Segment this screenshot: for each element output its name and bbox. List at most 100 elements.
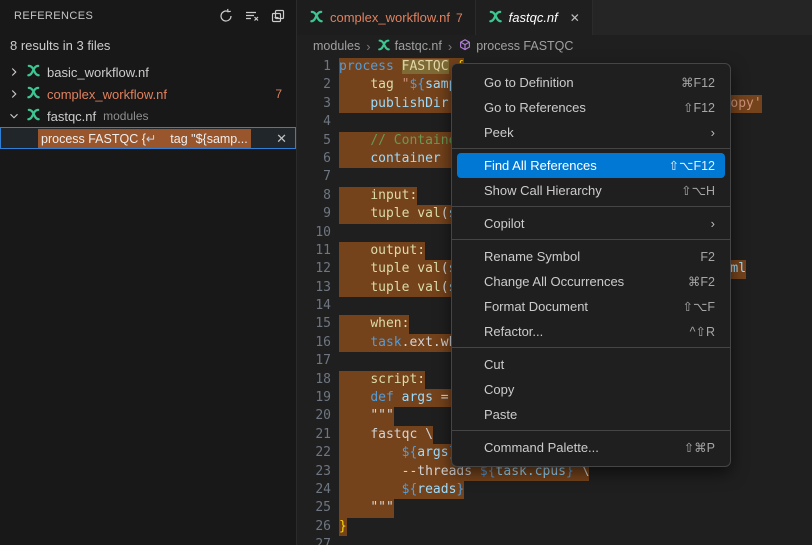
line-number: 6 — [297, 150, 331, 168]
code-line-27[interactable]: 27 — [297, 536, 812, 545]
menu-item-shortcut: ⇧⌥H — [681, 183, 715, 198]
menu-item-command-palette[interactable]: Command Palette...⇧⌘P — [457, 435, 725, 460]
breadcrumb-item-file[interactable]: fastqc.nf — [377, 38, 442, 55]
code-text-match-highlight: """ — [339, 499, 394, 517]
menu-item-go-to-references[interactable]: Go to References⇧F12 — [457, 95, 725, 120]
menu-item-rename-symbol[interactable]: Rename SymbolF2 — [457, 244, 725, 269]
code-text-match-highlight: """ — [339, 407, 394, 425]
references-sidebar: REFERENCES 8 resul — [0, 0, 297, 545]
menu-item-refactor[interactable]: Refactor... ^⇧R — [457, 319, 725, 344]
menu-item-copy[interactable]: Copy — [457, 377, 725, 402]
menu-item-format-document[interactable]: Format Document ⇧⌥F — [457, 294, 725, 319]
menu-item-label: Copy — [484, 382, 715, 397]
menu-separator — [452, 148, 730, 149]
line-number: 1 — [297, 58, 331, 76]
file-result-fastqc-nf[interactable]: fastqc.nfmodules — [0, 105, 296, 127]
reference-result-item[interactable]: process FASTQC {↵ tag "${samp... ✕ — [0, 127, 296, 149]
menu-item-shortcut: F2 — [700, 250, 715, 264]
line-number: 2 — [297, 76, 331, 94]
references-tree: basic_workflow.nfcomplex_workflow.nf7fas… — [0, 61, 296, 127]
tab-label: fastqc.nf — [509, 10, 558, 25]
menu-separator — [452, 239, 730, 240]
chevron-right-icon[interactable] — [6, 65, 22, 79]
line-number: 20 — [297, 407, 331, 425]
nextflow-file-icon — [309, 9, 324, 27]
menu-separator — [452, 347, 730, 348]
line-number: 14 — [297, 297, 331, 315]
results-summary: 8 results in 3 files — [0, 32, 296, 61]
file-result-complex_workflow-nf[interactable]: complex_workflow.nf7 — [0, 83, 296, 105]
menu-item-shortcut: ⌘F12 — [681, 75, 715, 90]
file-name: fastqc.nf — [47, 109, 96, 124]
line-number: 27 — [297, 536, 331, 545]
line-number: 4 — [297, 113, 331, 131]
menu-item-label: Refactor... — [484, 324, 672, 339]
tab-problem-count: 7 — [456, 11, 463, 25]
submenu-arrow-icon: › — [711, 216, 715, 231]
menu-item-label: Find All References — [484, 158, 651, 173]
tab-close-icon[interactable]: ✕ — [570, 11, 580, 25]
line-number: 13 — [297, 279, 331, 297]
menu-item-find-all-references[interactable]: Find All References⇧⌥F12 — [457, 153, 725, 178]
menu-item-show-call-hierarchy[interactable]: Show Call Hierarchy⇧⌥H — [457, 178, 725, 203]
breadcrumb-item-symbol[interactable]: process FASTQC — [458, 38, 573, 55]
menu-item-copilot[interactable]: Copilot › — [457, 211, 725, 236]
line-number: 16 — [297, 334, 331, 352]
menu-item-shortcut: ⇧⌥F — [682, 299, 715, 314]
submenu-arrow-icon: › — [711, 125, 715, 140]
collapse-all-icon[interactable] — [270, 8, 286, 24]
clear-results-icon[interactable] — [244, 8, 260, 24]
tab-complex-workflow[interactable]: complex_workflow.nf 7 — [297, 0, 476, 35]
line-number: 24 — [297, 481, 331, 499]
find-match-word: FASTQC — [402, 59, 449, 74]
menu-item-cut[interactable]: Cut — [457, 352, 725, 377]
line-number: 17 — [297, 352, 331, 370]
line-number: 19 — [297, 389, 331, 407]
menu-item-peek[interactable]: Peek› — [457, 120, 725, 145]
menu-item-shortcut: ⌘F2 — [688, 274, 715, 289]
refresh-icon[interactable] — [218, 8, 234, 24]
line-number: 3 — [297, 95, 331, 113]
breadcrumb-separator: › — [366, 39, 370, 54]
file-result-basic_workflow-nf[interactable]: basic_workflow.nf — [0, 61, 296, 83]
line-number: 8 — [297, 187, 331, 205]
menu-item-paste[interactable]: Paste — [457, 402, 725, 427]
references-header: REFERENCES — [0, 0, 296, 32]
code-line-24[interactable]: 24 ${reads} — [297, 481, 812, 499]
breadcrumb-item-modules[interactable]: modules — [313, 39, 360, 53]
menu-item-label: Format Document — [484, 299, 664, 314]
code-text-match-highlight: input: — [339, 187, 417, 205]
code-text-match-highlight: ${reads} — [339, 481, 464, 499]
code-line-25[interactable]: 25 """ — [297, 499, 812, 517]
line-number: 9 — [297, 205, 331, 223]
tab-fastqc[interactable]: fastqc.nf ✕ — [476, 0, 593, 35]
panel-title: REFERENCES — [14, 10, 218, 22]
tab-label: complex_workflow.nf — [330, 10, 450, 25]
line-number: 11 — [297, 242, 331, 260]
dismiss-result-icon[interactable]: ✕ — [276, 132, 287, 145]
menu-item-label: Cut — [484, 357, 715, 372]
nextflow-file-icon — [488, 9, 503, 27]
file-name: basic_workflow.nf — [47, 65, 149, 80]
code-text-match-highlight: fastqc \ — [339, 426, 433, 444]
menu-item-label: Copilot — [484, 216, 693, 231]
line-number: 22 — [297, 444, 331, 462]
breadcrumb: modules › fastqc.nf › process FASTQC — [297, 35, 812, 57]
menu-separator — [452, 206, 730, 207]
menu-item-change-all-occurrences[interactable]: Change All Occurrences⌘F2 — [457, 269, 725, 294]
menu-item-shortcut: ⇧F12 — [683, 100, 715, 115]
chevron-right-icon[interactable] — [6, 87, 22, 101]
result-count-badge: 7 — [275, 87, 282, 101]
code-text-match-highlight: script: — [339, 371, 425, 389]
code-text-match-highlight: } — [339, 518, 347, 536]
menu-item-go-to-definition[interactable]: Go to Definition⌘F12 — [457, 70, 725, 95]
line-number: 12 — [297, 260, 331, 278]
menu-item-shortcut: ^⇧R — [690, 324, 715, 339]
nextflow-file-icon — [377, 38, 391, 55]
nextflow-file-icon — [26, 85, 42, 103]
menu-item-label: Command Palette... — [484, 440, 666, 455]
code-text-match-highlight: when: — [339, 315, 409, 333]
code-line-26[interactable]: 26} — [297, 518, 812, 536]
chevron-down-icon[interactable] — [6, 109, 22, 123]
tab-bar: complex_workflow.nf 7 fastqc.nf ✕ — [297, 0, 812, 35]
